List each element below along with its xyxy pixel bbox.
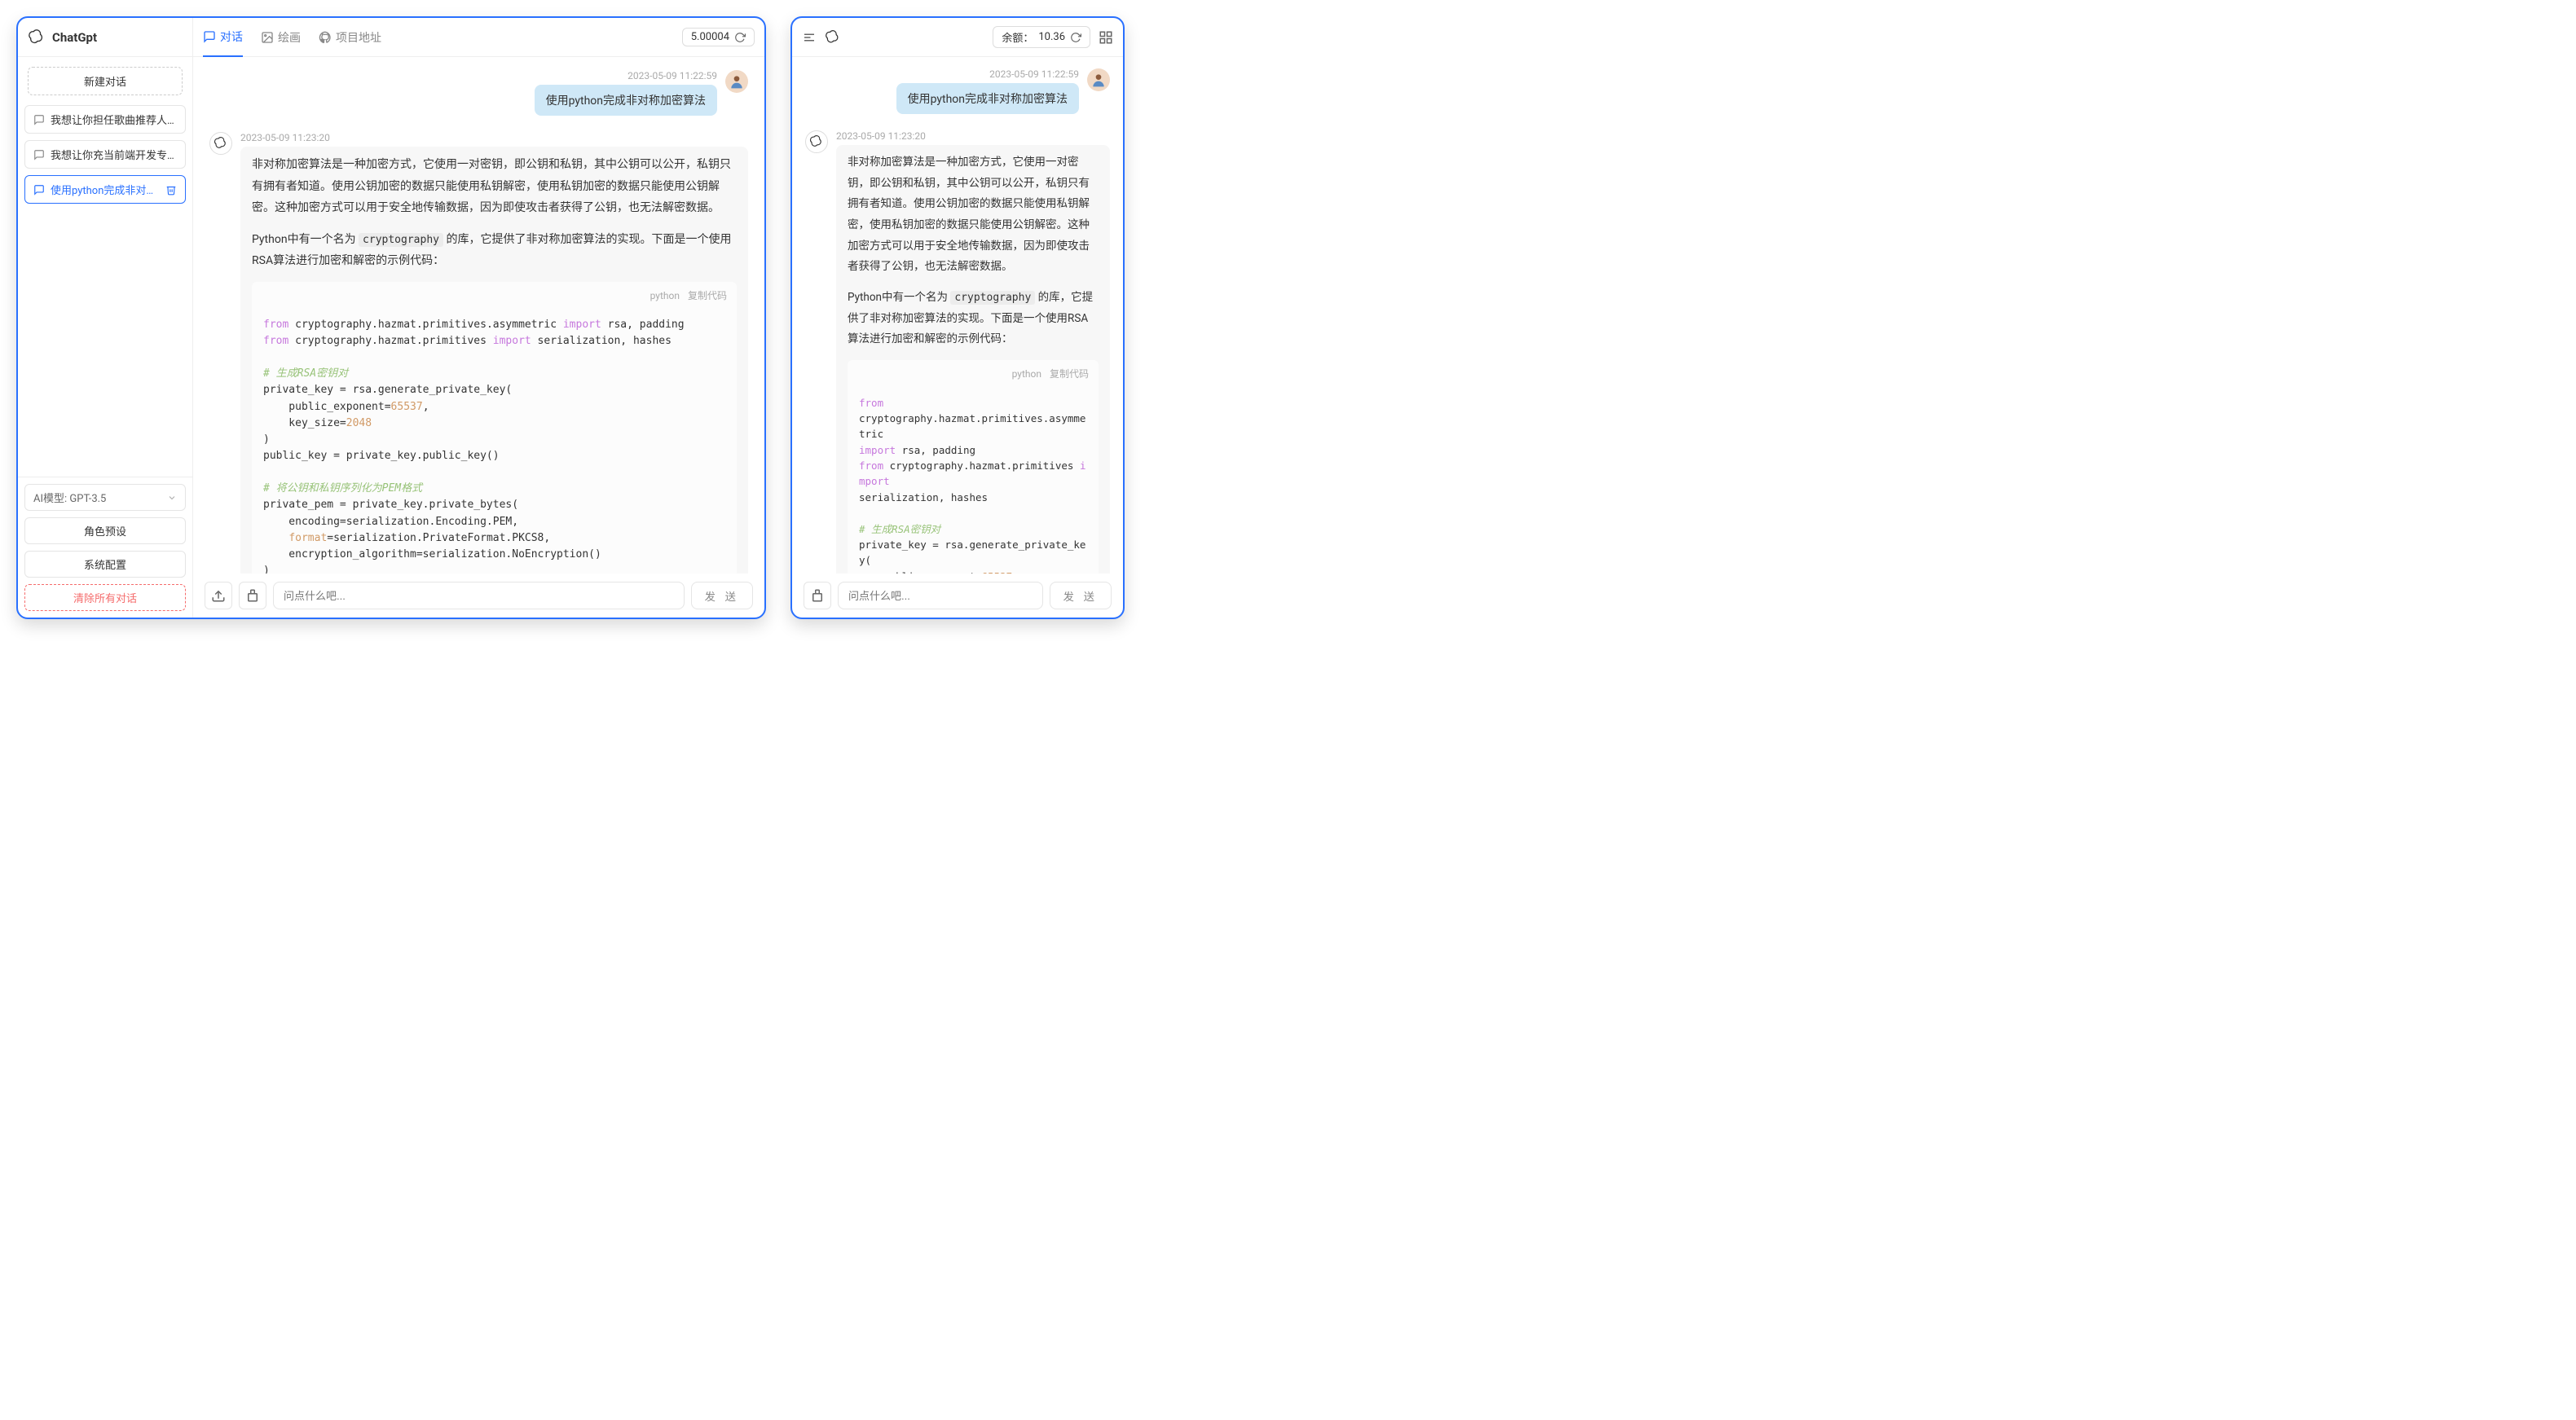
conversation-label: 我想让你担任歌曲推荐人。我将为... [51,112,177,127]
bot-paragraph: 非对称加密算法是一种加密方式，它使用一对密钥，即公钥和私钥，其中公钥可以公开，私… [848,152,1099,278]
delete-icon[interactable] [165,184,177,196]
model-label: AI模型: GPT-3.5 [33,490,106,505]
sidebar: ChatGpt 新建对话 我想让你担任歌曲推荐人。我将为... 我想让你充当前端… [18,18,193,618]
conversation-item-active[interactable]: 使用python完成非对称加密算法 [24,175,186,204]
user-message-row: 2023-05-09 11:22:59 使用python完成非对称加密算法 [805,68,1110,114]
conversation-list: 我想让你担任歌曲推荐人。我将为... 我想让你充当前端开发专家。我将... 使用… [18,105,192,477]
refresh-icon[interactable] [734,32,746,43]
new-conversation-button[interactable]: 新建对话 [28,67,183,95]
copy-code-button[interactable]: 复制代码 [688,287,727,306]
send-button[interactable]: 发 送 [691,582,753,609]
tab-draw[interactable]: 绘画 [261,18,301,57]
chat-messages[interactable]: 2023-05-09 11:22:59 使用python完成非对称加密算法 20… [193,57,764,574]
mobile-panel: 余额： 10.36 2023-05-09 11:22:59 使用python完成… [790,16,1125,619]
bot-paragraph: 非对称加密算法是一种加密方式，它使用一对密钥，即公钥和私钥，其中公钥可以公开，私… [252,154,737,219]
image-icon [261,31,274,44]
tab-bar: 对话 绘画 项目地址 [203,18,381,57]
code-header: python 复制代码 [252,282,737,310]
clear-all-button[interactable]: 清除所有对话 [24,584,186,611]
chat-icon [33,184,45,196]
balance-value: 5.00004 [691,31,729,43]
balance-value: 10.36 [1038,31,1065,43]
grid-icon[interactable] [1099,30,1113,45]
tab-repo[interactable]: 项目地址 [319,18,381,57]
input-bar: 发 送 [792,574,1123,618]
code-block: python 复制代码 from cryptography.hazmat.pri… [252,282,737,574]
top-nav: 对话 绘画 项目地址 5.00004 [193,18,764,57]
app-title: ChatGpt [52,30,97,45]
bot-paragraph: Python中有一个名为 cryptography 的库，它提供了非对称加密算法… [252,229,737,272]
user-avatar [1087,68,1110,91]
balance-label: 余额： [1002,29,1033,45]
conversation-label: 我想让你充当前端开发专家。我将... [51,147,177,162]
mobile-topbar: 余额： 10.36 [792,18,1123,57]
menu-icon[interactable] [802,30,817,45]
user-bubble: 使用python完成非对称加密算法 [535,85,717,116]
bot-message-row: 2023-05-09 11:23:20 非对称加密算法是一种加密方式，它使用一对… [209,132,748,574]
inline-code: cryptography [359,233,443,247]
conversation-label: 使用python完成非对称加密算法 [51,182,160,197]
conversation-item[interactable]: 我想让你充当前端开发专家。我将... [24,140,186,169]
tab-chat[interactable]: 对话 [203,18,243,57]
sidebar-header: ChatGpt [18,18,192,57]
bot-avatar [805,130,828,153]
role-preset-button[interactable]: 角色预设 [24,517,186,544]
sidebar-footer: AI模型: GPT-3.5 角色预设 系统配置 清除所有对话 [18,477,192,618]
code-lang: python [650,287,680,306]
bot-message-row: 2023-05-09 11:23:20 非对称加密算法是一种加密方式，它使用一对… [805,130,1110,574]
bot-bubble: 非对称加密算法是一种加密方式，它使用一对密钥，即公钥和私钥，其中公钥可以公开，私… [836,145,1110,574]
user-message-row: 2023-05-09 11:22:59 使用python完成非对称加密算法 [209,70,748,116]
system-config-button[interactable]: 系统配置 [24,551,186,578]
user-avatar [725,70,748,93]
model-selector[interactable]: AI模型: GPT-3.5 [24,484,186,511]
code-block: python 复制代码 from cryptography.hazmat.pri… [848,360,1099,574]
send-button[interactable]: 发 送 [1050,582,1112,609]
user-bubble: 使用python完成非对称加密算法 [896,83,1079,114]
code-lang: python [1012,365,1041,384]
chat-icon [203,30,216,43]
upload-button[interactable] [205,582,232,609]
code-content[interactable]: from cryptography.hazmat.primitives.asym… [848,389,1099,574]
chat-messages[interactable]: 2023-05-09 11:22:59 使用python完成非对称加密算法 20… [792,57,1123,574]
chat-icon [33,149,45,160]
chat-input[interactable] [838,582,1043,609]
refresh-icon[interactable] [1070,32,1081,43]
desktop-panel: ChatGpt 新建对话 我想让你担任歌曲推荐人。我将为... 我想让你充当前端… [16,16,766,619]
user-timestamp: 2023-05-09 11:22:59 [627,70,717,81]
logo-icon [825,29,841,46]
copy-code-button[interactable]: 复制代码 [1050,365,1089,384]
bot-bubble: 非对称加密算法是一种加密方式，它使用一对密钥，即公钥和私钥，其中公钥可以公开，私… [240,147,748,574]
balance-chip[interactable]: 余额： 10.36 [993,26,1090,48]
chat-input[interactable] [273,582,685,609]
code-header: python 复制代码 [848,360,1099,389]
main-area: 对话 绘画 项目地址 5.00004 [193,18,764,618]
input-bar: 发 送 [193,574,764,618]
logo-icon [28,29,46,46]
bot-timestamp: 2023-05-09 11:23:20 [836,130,1110,142]
conversation-item[interactable]: 我想让你担任歌曲推荐人。我将为... [24,105,186,134]
code-content[interactable]: from cryptography.hazmat.primitives.asym… [252,310,737,574]
inline-code: cryptography [950,291,1035,305]
bot-paragraph: Python中有一个名为 cryptography 的库，它提供了非对称加密算法… [848,288,1099,350]
balance-chip[interactable]: 5.00004 [682,28,755,46]
user-timestamp: 2023-05-09 11:22:59 [989,68,1079,80]
chevron-down-icon [167,493,177,503]
bot-avatar [209,132,232,155]
chat-icon [33,114,45,125]
prompt-button[interactable] [239,582,266,609]
github-icon [319,31,332,44]
bot-timestamp: 2023-05-09 11:23:20 [240,132,748,143]
prompt-button[interactable] [804,582,831,609]
